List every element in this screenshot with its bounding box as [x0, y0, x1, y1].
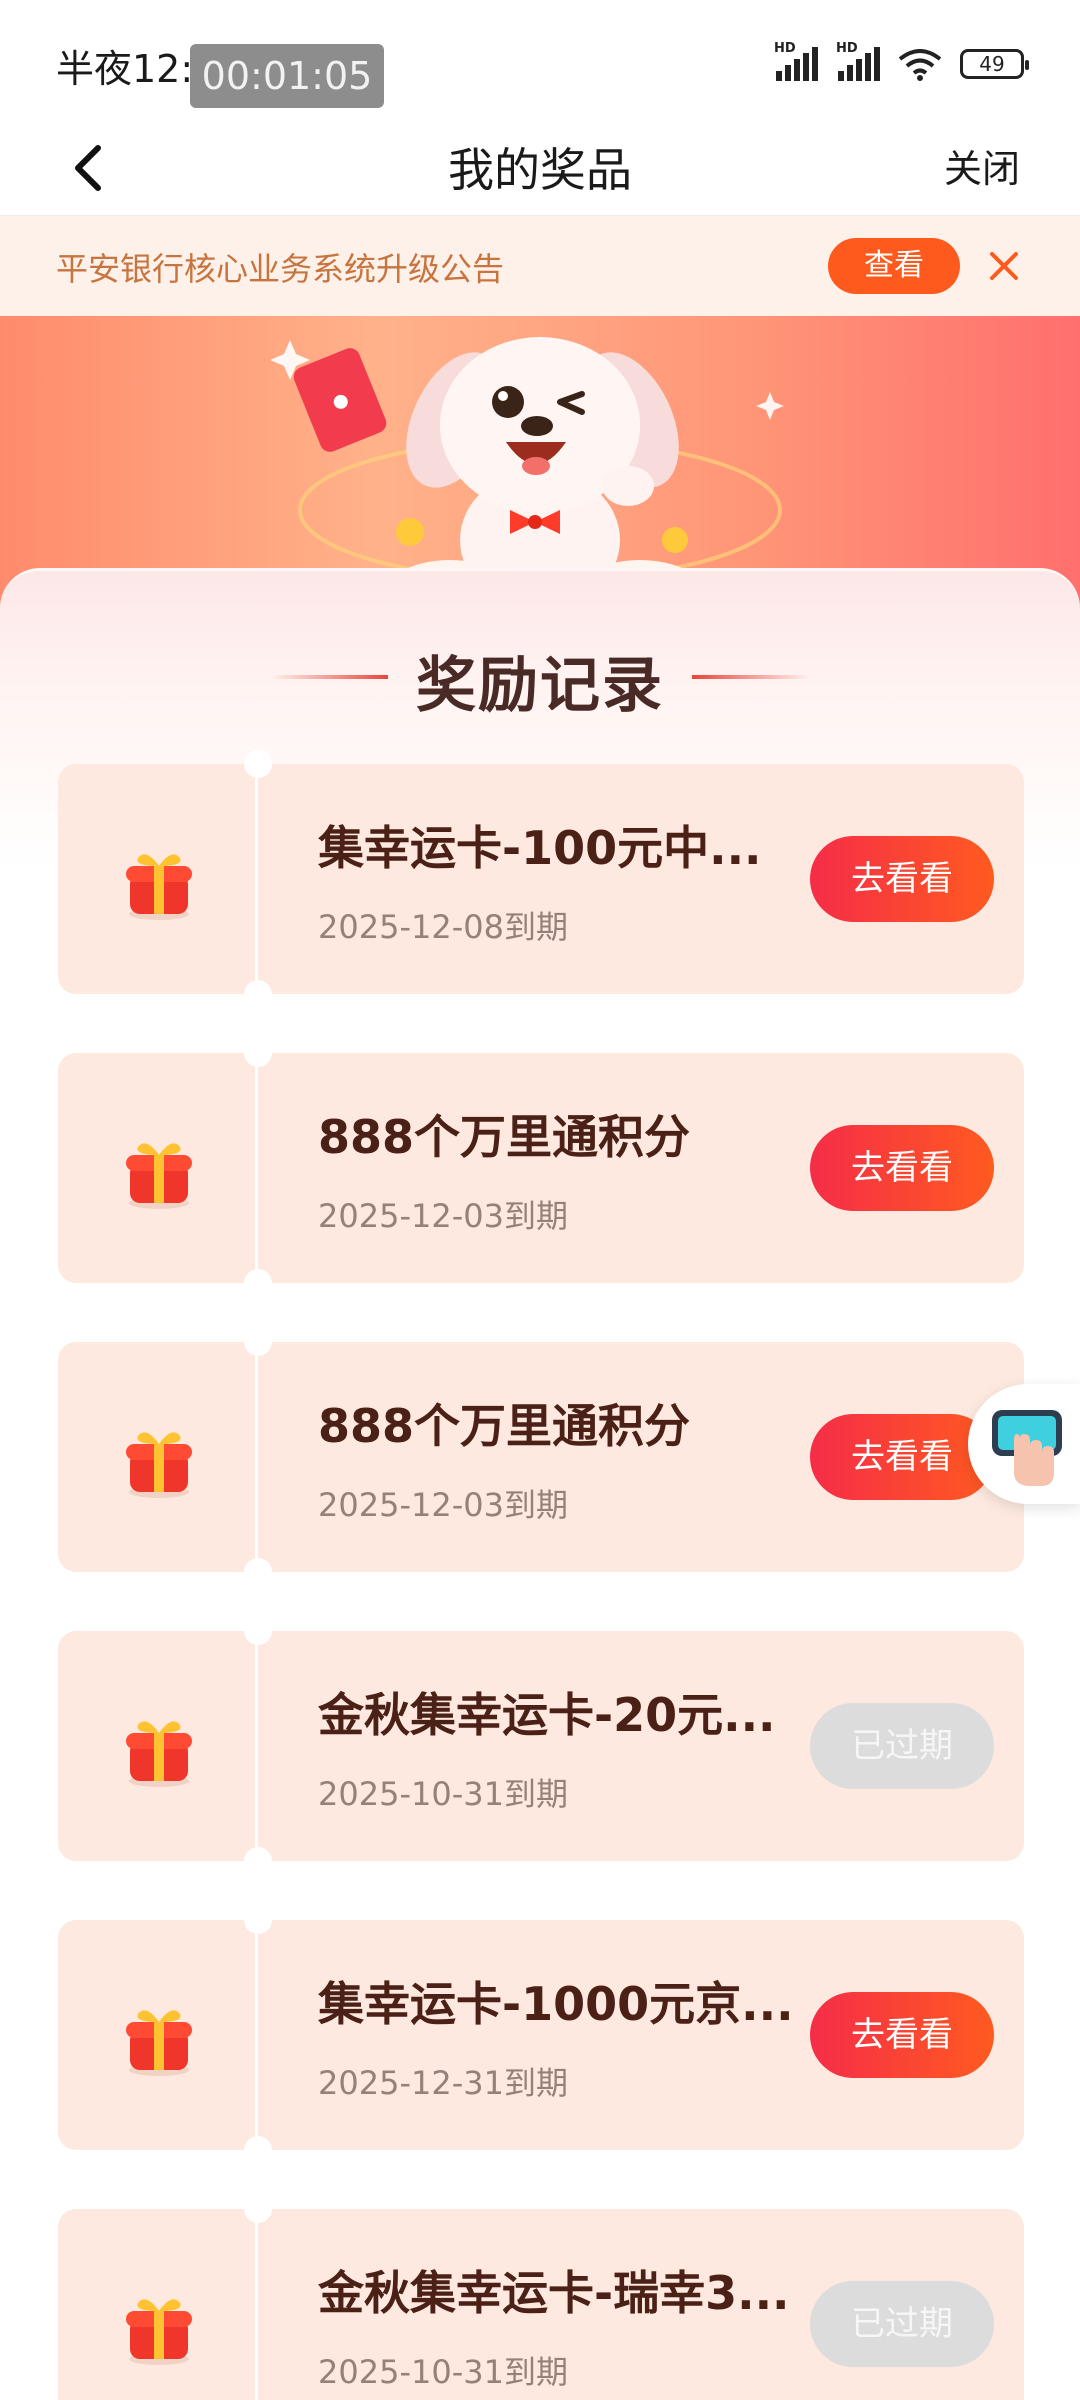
- view-reward-button[interactable]: 去看看: [810, 1992, 994, 2078]
- nav-bar: 我的奖品 关闭: [0, 120, 1080, 216]
- reward-card[interactable]: 集幸运卡-100元中... 2025-12-08到期 去看看: [58, 750, 1024, 1008]
- status-bar: 半夜12:01 00:01:05 HD HD 49: [0, 0, 1080, 120]
- signal-hd-label: HD: [836, 41, 858, 56]
- ticket-notch: [244, 1558, 272, 1586]
- section-header: 奖励记录: [0, 637, 1080, 724]
- recording-timer: 00:01:05: [190, 44, 384, 108]
- ticket-notch: [244, 1906, 272, 1934]
- reward-name: 金秋集幸运卡-瑞幸3...: [318, 2266, 790, 2320]
- reward-expiry: 2025-12-31到期: [318, 2064, 568, 2102]
- reward-expiry: 2025-12-03到期: [318, 1197, 568, 1235]
- gift-box-icon: [126, 854, 192, 920]
- notice-bar: 平安银行核心业务系统升级公告 查看: [0, 216, 1080, 316]
- ticket-notch: [244, 2136, 272, 2164]
- reward-card[interactable]: 金秋集幸运卡-20元... 2025-10-31到期 已过期: [58, 1617, 1024, 1875]
- ticket-notch: [244, 1328, 272, 1356]
- reward-name: 888个万里通积分: [318, 1399, 691, 1453]
- reward-expiry: 2025-12-08到期: [318, 908, 568, 946]
- gift-box-icon: [126, 1143, 192, 1209]
- view-reward-button[interactable]: 去看看: [810, 1414, 994, 1500]
- reward-expiry: 2025-12-03到期: [318, 1486, 568, 1524]
- reward-expiry: 2025-10-31到期: [318, 1775, 568, 1813]
- page: 半夜12:01 00:01:05 HD HD 49 我的奖品 关闭 平安银行核心…: [0, 0, 1080, 2400]
- reward-card[interactable]: 金秋集幸运卡-瑞幸3... 2025-10-31到期 已过期: [58, 2195, 1024, 2400]
- ticket-notch: [244, 980, 272, 1008]
- title-decoration-line: [270, 675, 388, 679]
- notice-text[interactable]: 平安银行核心业务系统升级公告: [56, 244, 504, 290]
- signal-icon: HD: [774, 41, 818, 81]
- close-button[interactable]: 关闭: [944, 138, 1020, 193]
- reward-name: 集幸运卡-1000元京...: [318, 1977, 794, 2031]
- ticket-notch: [244, 1039, 272, 1067]
- reward-card[interactable]: 888个万里通积分 2025-12-03到期 去看看: [58, 1328, 1024, 1586]
- floating-helper-button[interactable]: [968, 1384, 1080, 1504]
- view-reward-button[interactable]: 去看看: [810, 836, 994, 922]
- close-icon[interactable]: [982, 244, 1026, 288]
- ticket-notch: [244, 1269, 272, 1297]
- touch-guide-icon: [992, 1410, 1062, 1486]
- gift-box-icon: [126, 1432, 192, 1498]
- expired-badge: 已过期: [810, 1703, 994, 1789]
- page-title: 我的奖品: [448, 143, 632, 197]
- gift-box-icon: [126, 1721, 192, 1787]
- reward-name: 集幸运卡-100元中...: [318, 821, 762, 875]
- reward-card[interactable]: 888个万里通积分 2025-12-03到期 去看看: [58, 1039, 1024, 1297]
- signal-icon: HD: [836, 41, 880, 81]
- ticket-notch: [244, 2195, 272, 2223]
- reward-name: 888个万里通积分: [318, 1110, 691, 1164]
- gift-box-icon: [126, 2010, 192, 2076]
- view-reward-button[interactable]: 去看看: [810, 1125, 994, 1211]
- reward-card[interactable]: 集幸运卡-1000元京... 2025-12-31到期 去看看: [58, 1906, 1024, 2164]
- notice-view-button[interactable]: 查看: [828, 238, 960, 294]
- ticket-notch: [244, 1617, 272, 1645]
- wifi-icon: [898, 49, 942, 81]
- status-icons: HD HD 49: [774, 41, 1029, 84]
- ticket-notch: [244, 750, 272, 778]
- section-title: 奖励记录: [416, 651, 664, 721]
- ticket-notch: [244, 1847, 272, 1875]
- gift-box-icon: [126, 2299, 192, 2365]
- expired-badge: 已过期: [810, 2281, 994, 2367]
- battery-icon: 49: [960, 49, 1029, 79]
- signal-hd-label: HD: [774, 41, 796, 56]
- reward-name: 金秋集幸运卡-20元...: [318, 1688, 776, 1742]
- reward-expiry: 2025-10-31到期: [318, 2353, 568, 2391]
- title-decoration-line: [692, 675, 810, 679]
